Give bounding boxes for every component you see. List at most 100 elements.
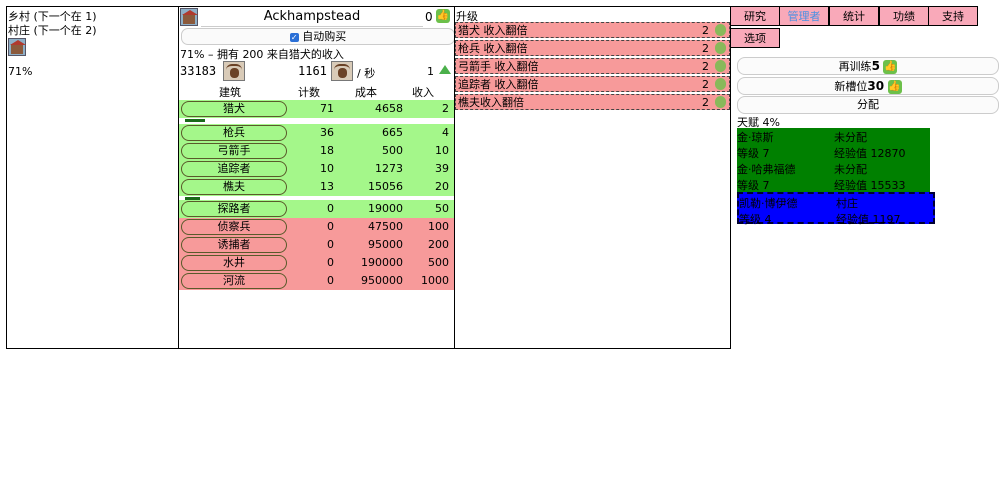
income-cell: 4 <box>442 126 449 139</box>
building-button[interactable]: 樵夫 <box>181 179 287 195</box>
manager-card[interactable]: 金·哈弗福德 未分配等级 7 经验值 15533 <box>737 160 930 192</box>
tab-managers[interactable]: 管理者 <box>779 6 829 26</box>
header-building: 建筑 <box>219 86 241 99</box>
upgrade-label: 弓箭手 收入翻倍 <box>458 60 539 73</box>
table-row: 水井 0 190000 500 <box>179 254 454 272</box>
table-row: 枪兵 36 665 4 <box>179 124 454 142</box>
thumbs-up-icon[interactable]: 👍 <box>436 9 450 23</box>
table-row: 探路者 0 19000 50 <box>179 200 454 218</box>
table-row: 追踪者 10 1273 39 <box>179 160 454 178</box>
building-button[interactable]: 河流 <box>181 273 287 289</box>
upgrade-multiplier: 2 <box>702 78 709 91</box>
count-cell: 0 <box>327 220 334 233</box>
income-cell: 10 <box>435 144 449 157</box>
building-button[interactable]: 探路者 <box>181 201 287 217</box>
thumbs-up-icon <box>715 24 726 36</box>
autobuy-label: 自动购买 <box>302 30 347 43</box>
new-slot-button[interactable]: 新槽位30 👍 <box>737 77 999 95</box>
retrain-count: 5 <box>871 59 880 73</box>
building-button[interactable]: 追踪者 <box>181 161 287 177</box>
thumbs-up-icon <box>715 42 726 54</box>
building-button[interactable]: 枪兵 <box>181 125 287 141</box>
cost-cell: 15056 <box>368 180 403 193</box>
building-button[interactable]: 侦察兵 <box>181 219 287 235</box>
rate-value: 1161 <box>298 64 327 78</box>
tab-achievements[interactable]: 功绩 <box>879 6 929 26</box>
cost-cell: 665 <box>382 126 403 139</box>
upgrade-multiplier: 2 <box>702 24 709 37</box>
upgrade-label: 追踪者 收入翻倍 <box>458 78 539 91</box>
cost-cell: 190000 <box>361 256 403 269</box>
income-cell: 500 <box>428 256 449 269</box>
thumbs-up-icon <box>715 78 726 90</box>
building-button[interactable]: 诱捕者 <box>181 237 287 253</box>
retrain-button[interactable]: 再训练5 👍 <box>737 57 999 75</box>
table-row: 侦察兵 0 47500 100 <box>179 218 454 236</box>
building-button[interactable]: 弓箭手 <box>181 143 287 159</box>
income-cell: 1000 <box>421 274 449 287</box>
manager-level: 等级 4 <box>739 213 772 226</box>
thumbs-up-icon: 👍 <box>883 60 898 74</box>
table-row: 弓箭手 18 500 10 <box>179 142 454 160</box>
autobuy-toggle[interactable]: ✓ 自动购买 <box>181 28 455 45</box>
table-header: 建筑 计数 成本 收入 <box>179 84 454 99</box>
checkbox-icon[interactable]: ✓ <box>289 32 299 42</box>
tab-research[interactable]: 研究 <box>730 6 780 26</box>
upgrades-panel: 升级 猎犬 收入翻倍 2 枪兵 收入翻倍 2 弓箭手 收入翻倍 2 追踪者 收入翻倍 2 樵夫收… <box>454 6 731 349</box>
village-count: 0 <box>425 10 433 24</box>
upgrade-item[interactable]: 猎犬 收入翻倍 2 <box>455 22 730 38</box>
retrain-label: 再训练 <box>838 60 872 73</box>
cost-cell: 950000 <box>361 274 403 287</box>
header-income: 收入 <box>412 86 434 99</box>
header-cost: 成本 <box>355 86 377 99</box>
moose-icon <box>223 61 245 81</box>
building-button[interactable]: 水井 <box>181 255 287 271</box>
manager-card[interactable]: 金·琼斯 未分配 等级 7 经验值 12870 <box>737 128 930 160</box>
count-cell: 0 <box>327 238 334 251</box>
manager-name: 金·哈弗福德 <box>737 163 796 176</box>
count-cell: 10 <box>320 162 334 175</box>
upgrade-multiplier: 2 <box>702 42 709 55</box>
thumbs-up-icon <box>715 96 726 108</box>
thumbs-up-icon: 👍 <box>887 80 902 94</box>
count-cell: 0 <box>327 202 334 215</box>
house-icon <box>180 8 198 26</box>
upgrade-item[interactable]: 追踪者 收入翻倍 2 <box>455 76 730 92</box>
manager-card[interactable]: 凯勒·博伊德 村庄 等级 4 经验值 1197 <box>737 192 935 226</box>
cost-cell: 1273 <box>375 162 403 175</box>
upgrade-item[interactable]: 弓箭手 收入翻倍 2 <box>455 58 730 74</box>
tab-options[interactable]: 选项 <box>730 28 780 48</box>
income-cell: 100 <box>428 220 449 233</box>
table-row: 樵夫 13 15056 20 <box>179 178 454 196</box>
manager-name: 凯勒·博伊德 <box>739 197 798 210</box>
village-name[interactable]: Ackhampstead <box>201 9 423 27</box>
count-cell: 0 <box>327 256 334 269</box>
income-cell: 50 <box>435 202 449 215</box>
rate-unit: / 秒 <box>357 67 376 80</box>
manager-xp: 经验值 1197 <box>836 213 901 226</box>
manager-status: 未分配 <box>834 163 867 176</box>
one-value: 1 <box>427 65 434 78</box>
count-cell: 71 <box>320 102 334 115</box>
village-panel: Ackhampstead 0 👍 ✓ 自动购买 71% – 拥有 200 来自猎… <box>178 6 455 349</box>
upgrade-item[interactable]: 樵夫收入翻倍 2 <box>455 94 730 110</box>
arrow-up-icon[interactable] <box>439 65 451 74</box>
manager-level: 等级 7 <box>737 179 770 192</box>
assign-button[interactable]: 分配 <box>737 96 999 114</box>
manager-xp: 经验值 15533 <box>834 179 906 192</box>
table-row: 诱捕者 0 95000 200 <box>179 236 454 254</box>
tab-support[interactable]: 支持 <box>928 6 978 26</box>
thumbs-up-icon <box>715 60 726 72</box>
tab-stats[interactable]: 统计 <box>829 6 879 26</box>
manager-xp: 经验值 12870 <box>834 147 906 160</box>
cost-cell: 95000 <box>368 238 403 251</box>
cost-cell: 47500 <box>368 220 403 233</box>
upgrade-label: 樵夫收入翻倍 <box>458 96 524 109</box>
count-cell: 36 <box>320 126 334 139</box>
new-slot-count: 30 <box>867 79 885 93</box>
manager-name: 金·琼斯 <box>737 131 774 144</box>
village-icon[interactable] <box>8 38 26 56</box>
moose-icon <box>331 61 353 81</box>
building-button[interactable]: 猎犬 <box>181 101 287 117</box>
upgrade-item[interactable]: 枪兵 收入翻倍 2 <box>455 40 730 56</box>
